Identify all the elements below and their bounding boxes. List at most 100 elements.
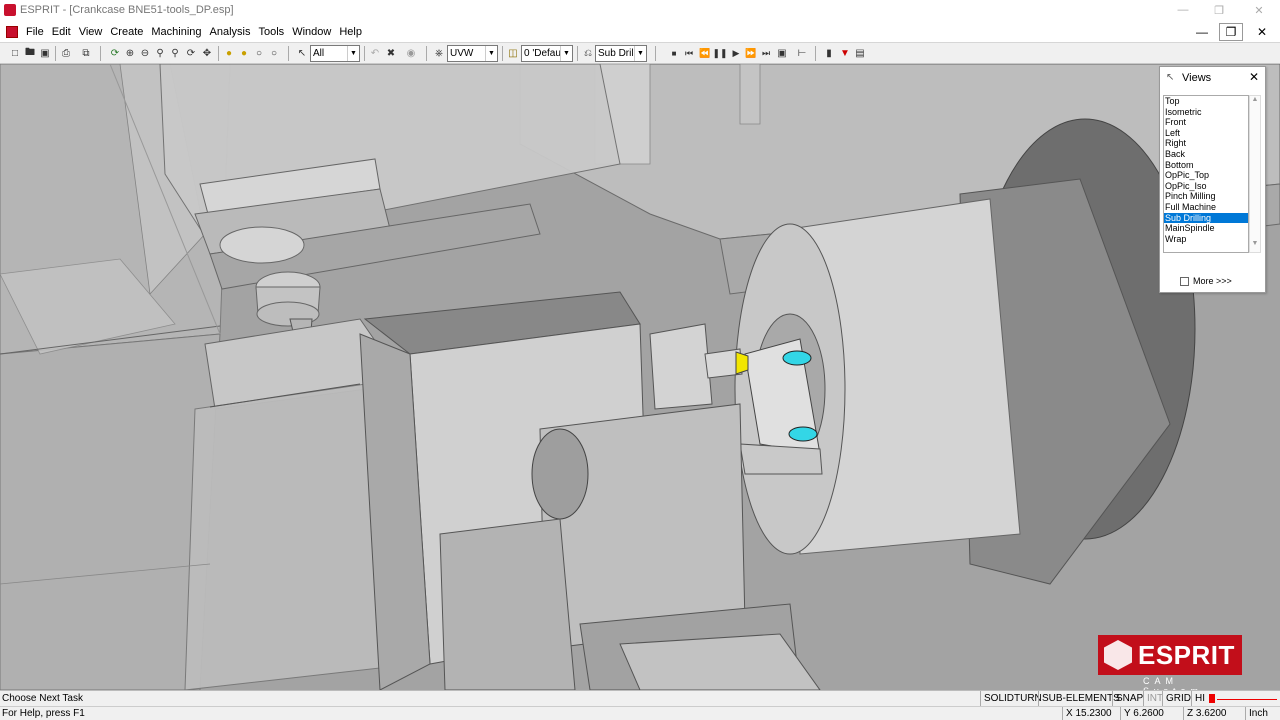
- graphics-viewport[interactable]: [0, 64, 1280, 690]
- views-list-scrollbar[interactable]: ▲ ▼: [1249, 95, 1261, 253]
- menu-view[interactable]: View: [75, 26, 107, 38]
- rotate-view-icon[interactable]: ⟳: [184, 46, 198, 60]
- toolbar-separator: [655, 46, 656, 61]
- wireframe-icon[interactable]: ○: [252, 46, 266, 60]
- delete-icon[interactable]: ✖: [384, 46, 398, 60]
- indicator-solidturn[interactable]: SOLIDTURN: [980, 691, 1045, 707]
- views-list-item[interactable]: Isometric: [1164, 107, 1248, 118]
- layer-combo[interactable]: 0 'Default' ▼: [521, 45, 573, 62]
- views-list-item[interactable]: OpPic_Top: [1164, 170, 1248, 181]
- layers-icon[interactable]: ◫: [506, 46, 520, 60]
- views-panel-title: Views: [1182, 72, 1212, 84]
- toolbar-separator: [364, 46, 365, 61]
- logo-mark-icon: [1104, 640, 1132, 670]
- shade-wire-icon[interactable]: ●: [237, 46, 251, 60]
- save-file-icon[interactable]: ▣: [38, 46, 52, 60]
- views-list-item[interactable]: Full Machine: [1164, 202, 1248, 213]
- scroll-up-icon[interactable]: ▲: [1250, 96, 1260, 106]
- toolbar-separator: [100, 46, 101, 61]
- document-close-icon[interactable]: ✕: [1250, 23, 1274, 41]
- tool-icon[interactable]: ▼: [838, 46, 852, 60]
- work-plane-combo[interactable]: UVW ▼: [447, 45, 498, 62]
- chevron-down-icon[interactable]: ▼: [634, 46, 646, 61]
- close-icon[interactable]: ✕: [1249, 70, 1259, 84]
- open-file-icon[interactable]: 🖿: [23, 46, 37, 60]
- zoom-window-icon[interactable]: ⚲: [153, 46, 167, 60]
- views-pointer-icon: ↖: [1166, 72, 1175, 83]
- menu-create[interactable]: Create: [106, 26, 147, 38]
- main-toolbar: □ 🖿 ▣ ⎙ ⧉ ⟳ ⊕ ⊖ ⚲ ⚲ ⟳ ✥ ● ● ○ ○ ↖ All ▼ …: [0, 42, 1280, 64]
- menu-window[interactable]: Window: [288, 26, 335, 38]
- menu-file[interactable]: File: [22, 26, 48, 38]
- document-icon[interactable]: [6, 26, 18, 38]
- new-file-icon[interactable]: □: [8, 46, 22, 60]
- undo-icon[interactable]: ↶: [368, 46, 382, 60]
- indicator-hi[interactable]: HI: [1191, 691, 1208, 707]
- zoom-in-icon[interactable]: ⊕: [123, 46, 137, 60]
- step-back-icon[interactable]: ⏪: [698, 46, 712, 60]
- redraw-icon[interactable]: ⟳: [108, 46, 122, 60]
- report-icon[interactable]: ▤: [853, 46, 867, 60]
- hidden-line-icon[interactable]: ○: [267, 46, 281, 60]
- simulation-settings-icon[interactable]: ▣: [775, 46, 789, 60]
- chevron-down-icon[interactable]: ▼: [560, 46, 572, 61]
- toolbar-separator: [426, 46, 427, 61]
- close-window-icon[interactable]: ✕: [1240, 0, 1278, 20]
- views-list-item[interactable]: Pinch Milling: [1164, 191, 1248, 202]
- restore-window-icon[interactable]: ❐: [1200, 0, 1238, 20]
- more-checkbox[interactable]: [1180, 276, 1189, 286]
- zoom-fit-icon[interactable]: ⚲: [168, 46, 182, 60]
- select-pointer-icon[interactable]: ↖: [295, 46, 309, 60]
- chevron-down-icon[interactable]: ▼: [347, 46, 359, 61]
- pan-view-icon[interactable]: ✥: [200, 46, 214, 60]
- views-panel: ↖ Views ✕ Top Isometric Front Left Right Back…: [1159, 66, 1266, 293]
- rewind-icon[interactable]: ⏮: [682, 46, 696, 60]
- window-title: ESPRIT - [Crankcase BNE51-tools_DP.esp]: [20, 4, 234, 16]
- simulation-cut-icon[interactable]: ▮: [822, 46, 836, 60]
- copy-icon[interactable]: ⧉: [79, 46, 93, 60]
- document-minimize-icon[interactable]: —: [1190, 23, 1214, 41]
- views-list-item[interactable]: Right: [1164, 138, 1248, 149]
- menu-tools[interactable]: Tools: [255, 26, 289, 38]
- work-plane-icon[interactable]: ⎈: [432, 46, 446, 60]
- views-icon[interactable]: ⎌: [581, 46, 595, 60]
- stop-simulation-icon[interactable]: ■: [667, 46, 681, 60]
- chevron-down-icon[interactable]: ▼: [485, 46, 497, 61]
- views-list-item[interactable]: Front: [1164, 117, 1248, 128]
- shade-icon[interactable]: ●: [222, 46, 236, 60]
- help-message: For Help, press F1: [2, 708, 85, 719]
- views-list-item[interactable]: OpPic_Iso: [1164, 181, 1248, 192]
- esprit-window: ESPRIT - [Crankcase BNE51-tools_DP.esp] …: [0, 0, 1280, 720]
- status-bar-top: Choose Next Task SOLIDTURN SUB-ELEMENTS …: [0, 690, 1280, 707]
- views-list-item[interactable]: Sub Drilling: [1164, 212, 1248, 224]
- views-list-item[interactable]: Top: [1164, 96, 1248, 107]
- selection-filter-combo[interactable]: All ▼: [310, 45, 360, 62]
- views-list-item[interactable]: Back: [1164, 149, 1248, 160]
- views-list-item[interactable]: Wrap: [1164, 234, 1248, 245]
- play-icon[interactable]: ▶: [729, 46, 743, 60]
- saved-view-combo[interactable]: Sub Drilling ▼: [595, 45, 647, 62]
- pause-icon[interactable]: ❚❚: [712, 46, 727, 60]
- more-toggle[interactable]: More >>>: [1180, 276, 1232, 286]
- indicator-snap[interactable]: SNAP: [1112, 691, 1146, 707]
- step-forward-icon[interactable]: ⏩: [744, 46, 758, 60]
- minimize-window-icon[interactable]: —: [1164, 0, 1202, 20]
- views-list-item[interactable]: Bottom: [1164, 160, 1248, 171]
- record-icon[interactable]: ◉: [404, 46, 418, 60]
- menu-help[interactable]: Help: [335, 26, 366, 38]
- menu-machining[interactable]: Machining: [147, 26, 205, 38]
- print-icon[interactable]: ⎙: [59, 46, 73, 60]
- menu-edit[interactable]: Edit: [48, 26, 75, 38]
- more-label: More >>>: [1193, 276, 1232, 286]
- menu-analysis[interactable]: Analysis: [206, 26, 255, 38]
- fast-forward-icon[interactable]: ⏭: [759, 46, 773, 60]
- scroll-down-icon[interactable]: ▼: [1250, 240, 1260, 250]
- indicator-grid[interactable]: GRID: [1162, 691, 1194, 707]
- indicator-sub-elements[interactable]: SUB-ELEMENTS: [1038, 691, 1123, 707]
- views-list[interactable]: Top Isometric Front Left Right Back Bottom OpPi…: [1163, 95, 1249, 253]
- zoom-out-icon[interactable]: ⊖: [138, 46, 152, 60]
- views-list-item[interactable]: MainSpindle: [1164, 223, 1248, 234]
- document-restore-icon[interactable]: ❐: [1219, 23, 1243, 41]
- views-list-item[interactable]: Left: [1164, 128, 1248, 139]
- measure-icon[interactable]: ⊢: [795, 46, 809, 60]
